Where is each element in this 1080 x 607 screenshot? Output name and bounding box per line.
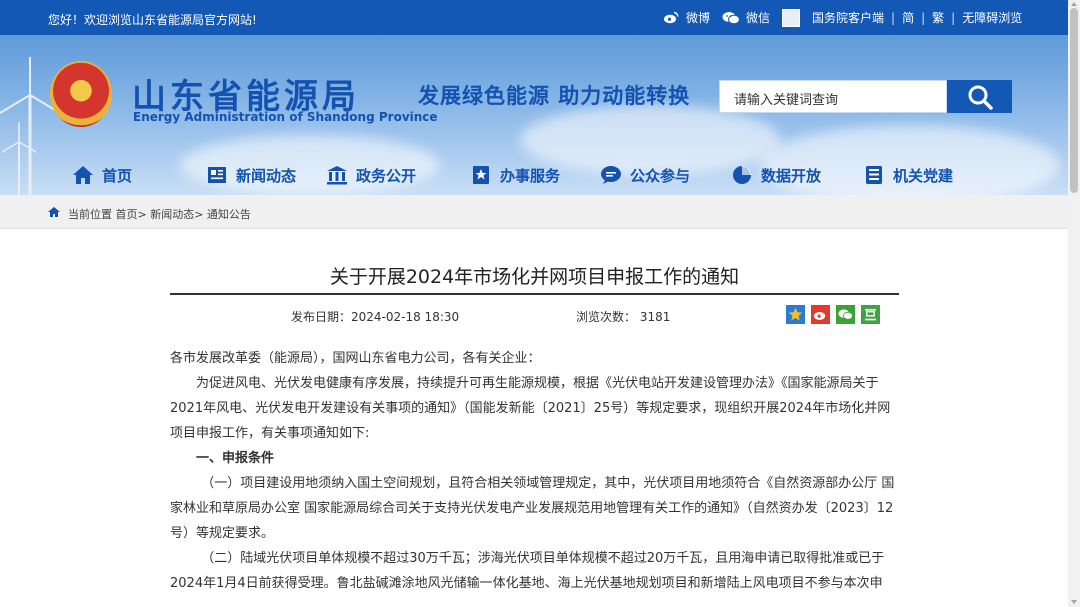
weibo-icon — [662, 11, 680, 25]
search-button[interactable] — [947, 80, 1012, 113]
simplified-link[interactable]: 简 — [902, 9, 914, 26]
newspaper-icon — [206, 164, 228, 186]
top-links: 微博 微信 国务院客户端 | 简 | 繁 | 无障碍浏览 — [662, 0, 1022, 35]
share-bar — [786, 305, 886, 324]
section-heading: 一、申报条件 — [196, 451, 275, 466]
page-scrollbar[interactable] — [1068, 0, 1080, 607]
top-bar: 您好！欢迎浏览山东省能源局官方网站! 微博 微信 国务院客户端 | 简 | 繁 … — [0, 0, 1068, 35]
home-icon — [72, 164, 94, 186]
state-council-icon — [782, 8, 801, 27]
view-count: 浏览次数： 3181 — [576, 310, 671, 324]
state-council-link[interactable]: 国务院客户端 — [812, 9, 884, 26]
nav-item-party-building[interactable]: 机关党建 — [863, 164, 953, 186]
weixin-link[interactable]: 微信 — [722, 9, 770, 26]
weibo-link[interactable]: 微博 — [662, 9, 710, 26]
nav-item-home[interactable]: 首页 — [72, 164, 132, 186]
breadcrumb: 当前位置 首页> 新闻动态> 通知公告 — [0, 195, 1068, 229]
site-subtitle: Energy Administration of Shandong Provin… — [133, 110, 438, 124]
nav-label: 公众参与 — [630, 166, 691, 185]
salutation: 各市发展改革委（能源局），国网山东省电力公司，各有关企业： — [170, 351, 541, 366]
search-icon — [968, 85, 993, 110]
weibo-label: 微博 — [686, 11, 711, 25]
nav-label: 机关党建 — [893, 166, 954, 185]
home-small-icon — [48, 207, 60, 220]
scroll-thumb[interactable] — [1070, 8, 1078, 193]
article-title: 关于开展2024年市场化并网项目申报工作的通知 — [329, 266, 740, 288]
accessible-link[interactable]: 无障碍浏览 — [962, 9, 1022, 26]
wechat-share-icon[interactable] — [836, 305, 855, 324]
site-slogan: 发展绿色能源 助力动能转换 — [418, 84, 691, 108]
divider: | — [921, 10, 926, 25]
traditional-link[interactable]: 繁 — [932, 9, 944, 26]
divider: | — [951, 10, 956, 25]
scroll-down-icon[interactable] — [1071, 600, 1077, 604]
national-emblem-icon — [50, 61, 112, 127]
nav-label: 新闻动态 — [236, 166, 297, 185]
breadcrumb-text[interactable]: 当前位置 首页> 新闻动态> 通知公告 — [68, 206, 251, 222]
clause-paragraph: （一）项目建设用地须纳入国土空间规划，且符合相关领域管理规定，其中，光伏项目用地… — [170, 476, 895, 541]
search-input[interactable]: 请输入关键词查询 — [719, 80, 947, 113]
title-divider — [170, 293, 899, 295]
chat-bubble-icon — [600, 164, 622, 186]
publish-date: 发布日期：2024-02-18 18:30 — [291, 310, 460, 324]
nav-label: 政务公开 — [356, 166, 417, 185]
scroll-up-icon[interactable] — [1071, 2, 1077, 6]
intro-paragraph: 为促进风电、光伏发电健康有序发展，持续提升可再生能源规模，根据《光伏电站开发建设… — [170, 376, 891, 441]
pie-chart-icon — [731, 164, 753, 186]
nav-label: 办事服务 — [500, 166, 561, 185]
nav-item-services[interactable]: 办事服务 — [470, 164, 560, 186]
main-nav: 首页 新闻动态 政务公开 办事服务 公众参与 数据开放 机关党建 — [0, 158, 1068, 195]
wechat-icon — [722, 11, 741, 25]
clause-paragraph: （二）陆域光伏项目单体规模不超过30万千瓦；涉海光伏项目单体规模不超过20万千瓦… — [170, 551, 885, 591]
nav-item-open-data[interactable]: 数据开放 — [731, 164, 821, 186]
welcome-text: 您好！欢迎浏览山东省能源局官方网站! — [48, 13, 257, 27]
article-body: 各市发展改革委（能源局），国网山东省电力公司，各有关企业： 为促进风电、光伏发电… — [170, 346, 899, 596]
nav-item-participation[interactable]: 公众参与 — [600, 164, 690, 186]
government-building-icon — [326, 164, 348, 186]
divider: | — [891, 10, 896, 25]
weixin-label: 微信 — [746, 11, 771, 25]
document-list-icon — [863, 164, 885, 186]
nav-label: 首页 — [102, 166, 133, 185]
douban-share-icon[interactable] — [861, 305, 880, 324]
nav-item-news[interactable]: 新闻动态 — [206, 164, 296, 186]
weibo-share-icon[interactable] — [811, 305, 830, 324]
qzone-star-icon[interactable] — [786, 305, 805, 324]
nav-label: 数据开放 — [761, 166, 822, 185]
bookmark-star-icon — [470, 164, 492, 186]
nav-item-gov-affairs[interactable]: 政务公开 — [326, 164, 416, 186]
